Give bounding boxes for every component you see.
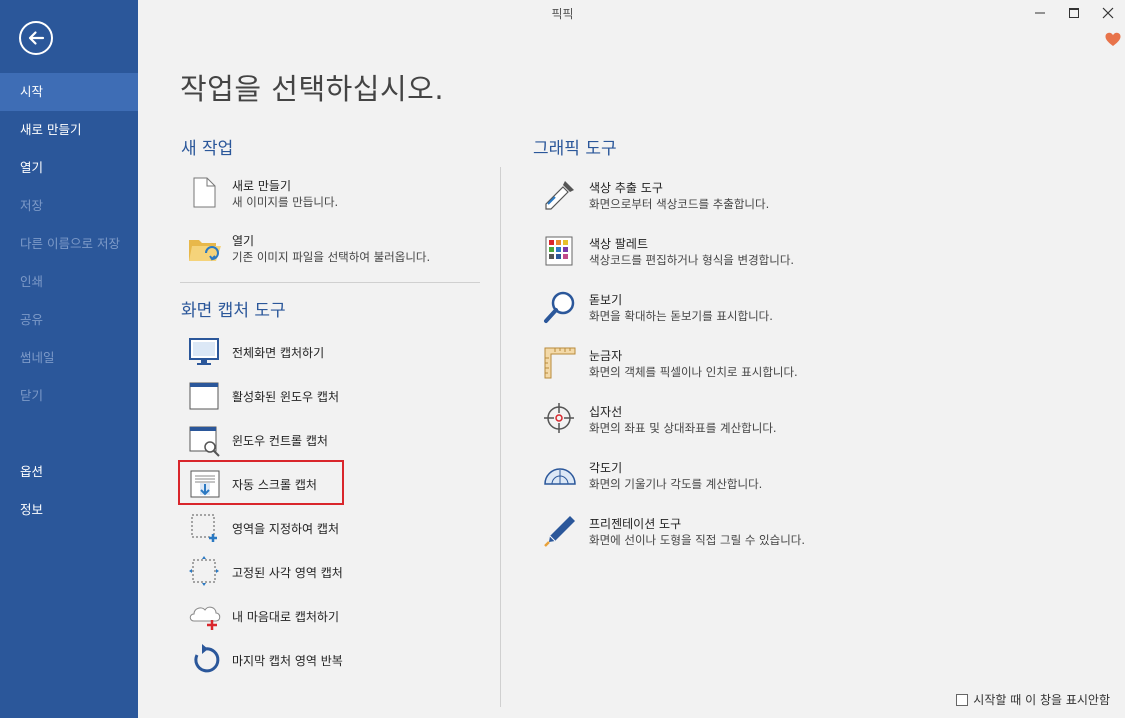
- window-icon: [189, 382, 219, 410]
- protractor-desc: 화면의 기울기나 각도를 계산합니다.: [589, 477, 763, 491]
- capture-freehand-label: 내 마음대로 캡처하기: [232, 610, 339, 624]
- checkbox-box[interactable]: [956, 693, 969, 706]
- maximize-button[interactable]: [1057, 0, 1091, 26]
- sidebar-item-close: 닫기: [20, 388, 44, 403]
- sidebar-item-save: 저장: [20, 198, 44, 213]
- dont-show-on-start-label: 시작할 때 이 창을 표시안함: [973, 693, 1110, 707]
- freehand-cloud-icon: [189, 606, 221, 630]
- ruler-item[interactable]: 눈금자 화면의 객체를 픽셀이나 인치로 표시합니다.: [543, 346, 873, 382]
- dont-show-on-start-checkbox[interactable]: 시작할 때 이 창을 표시안함: [956, 691, 1110, 708]
- capture-window-control-label: 윈도우 컨트롤 캡처: [232, 434, 328, 448]
- divider-horizontal: [180, 282, 480, 283]
- sidebar-item-new[interactable]: 새로 만들기: [0, 111, 138, 149]
- protractor-item[interactable]: 각도기 화면의 기울기나 각도를 계산합니다.: [543, 458, 873, 494]
- sidebar-item-thumbnail: 썸네일: [20, 350, 55, 365]
- page-title: 작업을 선택하십시오.: [180, 72, 445, 106]
- capture-fullscreen-item[interactable]: 전체화면 캡처하기: [188, 335, 478, 369]
- protractor-icon: [544, 468, 576, 485]
- region-select-icon: [191, 514, 217, 542]
- color-picker-desc: 화면으로부터 색상코드를 추출합니다.: [589, 197, 770, 211]
- magnifier-icon: [544, 291, 575, 323]
- magnifier-label: 돋보기: [589, 293, 623, 307]
- sidebar-item-share: 공유: [20, 312, 44, 327]
- capture-active-window-item[interactable]: 활성화된 윈도우 캡처: [188, 379, 478, 413]
- new-image-desc: 새 이미지를 만듭니다.: [232, 195, 339, 209]
- eyedropper-icon: [545, 181, 574, 210]
- maximize-icon: [1069, 8, 1079, 18]
- section-title-graphic-tools: 그래픽 도구: [533, 139, 617, 159]
- ruler-icon: [544, 347, 576, 379]
- color-palette-item[interactable]: 색상 팔레트 색상코드를 편집하거나 형식을 변경합니다.: [543, 234, 873, 270]
- protractor-label: 각도기: [589, 461, 623, 475]
- scroll-capture-icon: [190, 470, 220, 498]
- open-file-label: 열기: [232, 234, 255, 248]
- crosshair-icon: [544, 403, 574, 433]
- capture-fullscreen-label: 전체화면 캡처하기: [232, 346, 325, 360]
- color-palette-desc: 색상코드를 편집하거나 형식을 변경합니다.: [589, 253, 795, 267]
- divider-vertical: [500, 167, 501, 707]
- capture-window-control-item[interactable]: 윈도우 컨트롤 캡처: [188, 423, 478, 457]
- window-magnify-icon: [189, 426, 220, 457]
- sidebar-item-options[interactable]: 옵션: [0, 453, 138, 491]
- open-file-item[interactable]: 열기 기존 이미지 파일을 선택하여 불러옵니다.: [188, 231, 478, 267]
- open-folder-icon: [189, 240, 221, 261]
- close-button[interactable]: [1091, 0, 1125, 26]
- close-icon: [1102, 7, 1114, 19]
- capture-auto-scroll-label: 자동 스크롤 캡처: [232, 478, 317, 492]
- capture-freehand-item[interactable]: 내 마음대로 캡처하기: [188, 599, 478, 633]
- fixed-region-icon: [189, 556, 219, 586]
- crosshair-label: 십자선: [589, 405, 623, 419]
- sidebar: 시작 새로 만들기 열기 저장 다른 이름으로 저장 인쇄 공유 썸네일 닫기 …: [0, 0, 138, 718]
- minimize-button[interactable]: [1023, 0, 1057, 26]
- palette-grid-icon: [545, 236, 573, 266]
- ruler-label: 눈금자: [589, 349, 623, 363]
- capture-repeat-label: 마지막 캡처 영역 반복: [232, 654, 343, 668]
- new-image-label: 새로 만들기: [232, 179, 292, 193]
- sidebar-item-about[interactable]: 정보: [0, 491, 138, 529]
- sidebar-item-save-as: 다른 이름으로 저장: [20, 236, 120, 251]
- capture-repeat-item[interactable]: 마지막 캡처 영역 반복: [188, 643, 478, 677]
- monitor-icon: [189, 338, 219, 365]
- capture-fixed-region-label: 고정된 사각 영역 캡처: [232, 566, 343, 580]
- color-palette-label: 색상 팔레트: [589, 237, 649, 251]
- color-picker-label: 색상 추출 도구: [589, 181, 663, 195]
- crosshair-item[interactable]: 십자선 화면의 좌표 및 상대좌표를 계산합니다.: [543, 402, 873, 438]
- color-picker-item[interactable]: 색상 추출 도구 화면으로부터 색상코드를 추출합니다.: [543, 178, 873, 214]
- arrow-left-icon: [28, 31, 45, 45]
- section-title-capture-tools: 화면 캡처 도구: [181, 301, 286, 321]
- presentation-tool-desc: 화면에 선이나 도형을 직접 그릴 수 있습니다.: [589, 533, 806, 547]
- new-image-item[interactable]: 새로 만들기 새 이미지를 만듭니다.: [188, 176, 478, 212]
- sidebar-item-print: 인쇄: [20, 274, 44, 289]
- capture-region-item[interactable]: 영역을 지정하여 캡처: [188, 511, 478, 545]
- crosshair-desc: 화면의 좌표 및 상대좌표를 계산합니다.: [589, 421, 777, 435]
- back-button[interactable]: [19, 21, 53, 55]
- capture-auto-scroll-item[interactable]: 자동 스크롤 캡처: [188, 467, 338, 501]
- capture-region-label: 영역을 지정하여 캡처: [232, 522, 339, 536]
- title-bar: 픽픽: [138, 0, 1125, 26]
- sidebar-item-open[interactable]: 열기: [0, 149, 138, 187]
- capture-fixed-region-item[interactable]: 고정된 사각 영역 캡처: [188, 555, 478, 589]
- open-file-desc: 기존 이미지 파일을 선택하여 불러옵니다.: [232, 250, 431, 264]
- app-title: 픽픽: [551, 7, 574, 21]
- capture-active-window-label: 활성화된 윈도우 캡처: [232, 390, 339, 404]
- repeat-icon: [194, 644, 220, 673]
- magnifier-item[interactable]: 돋보기 화면을 확대하는 돋보기를 표시합니다.: [543, 290, 873, 326]
- presentation-tool-label: 프리젠테이션 도구: [589, 517, 682, 531]
- section-title-new-task: 새 작업: [181, 139, 234, 159]
- blank-document-icon: [193, 177, 216, 208]
- magnifier-desc: 화면을 확대하는 돋보기를 표시합니다.: [589, 309, 773, 323]
- presentation-tool-item[interactable]: 프리젠테이션 도구 화면에 선이나 도형을 직접 그릴 수 있습니다.: [543, 514, 873, 550]
- sidebar-menu: 시작 새로 만들기 열기 저장 다른 이름으로 저장 인쇄 공유 썸네일 닫기 …: [0, 73, 138, 529]
- sidebar-item-start[interactable]: 시작: [0, 73, 138, 111]
- minimize-icon: [1035, 12, 1045, 14]
- pen-icon: [544, 516, 575, 547]
- ruler-desc: 화면의 객체를 픽셀이나 인치로 표시합니다.: [589, 365, 798, 379]
- heart-icon[interactable]: [1105, 32, 1121, 51]
